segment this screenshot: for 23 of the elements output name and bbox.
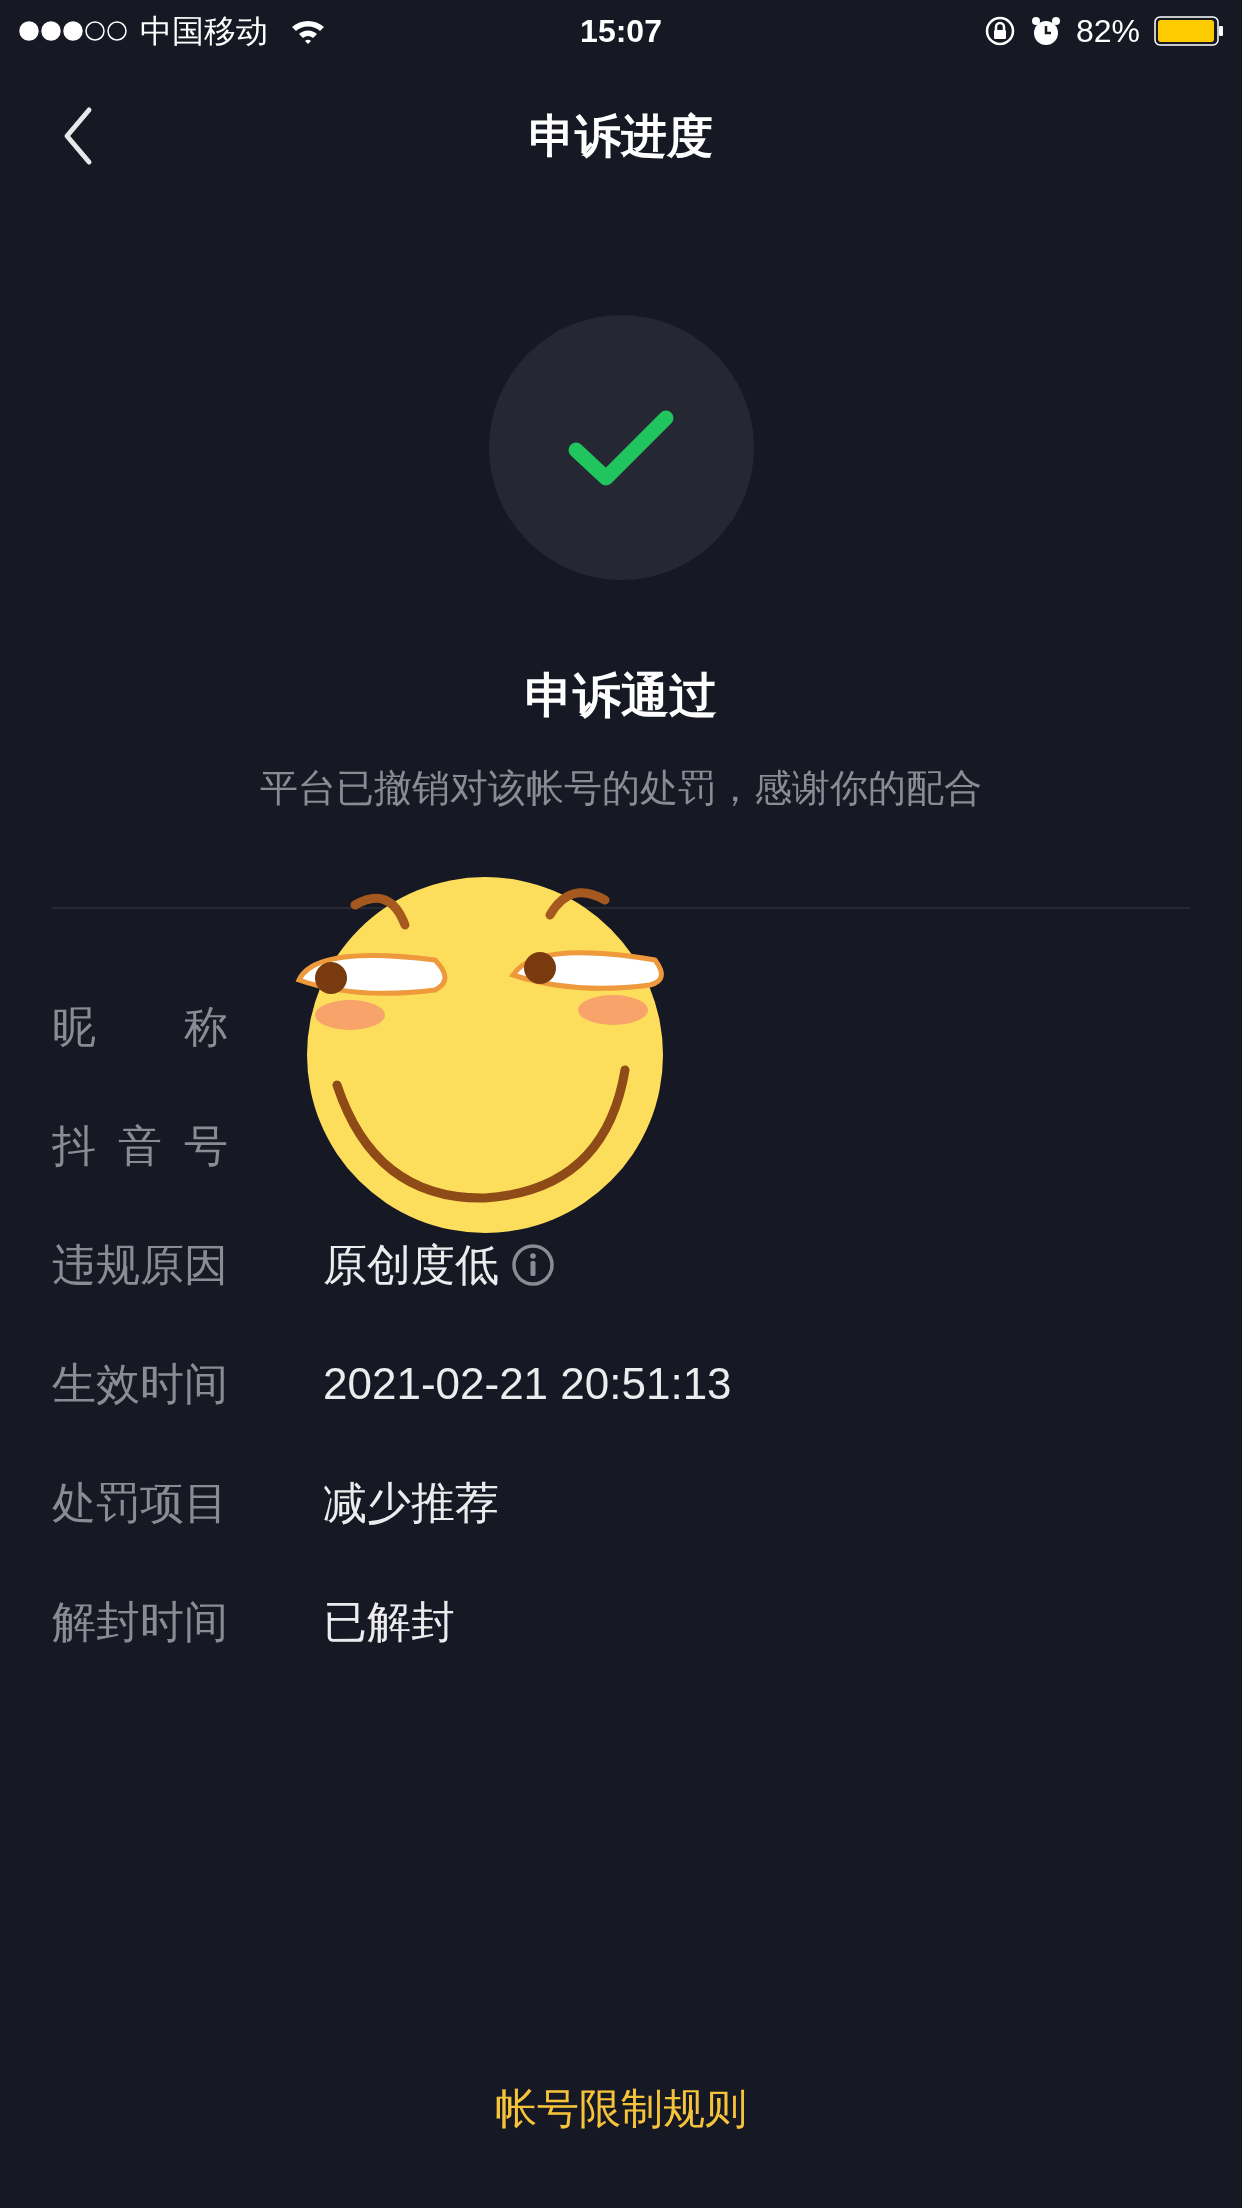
result-message: 平台已撤销对该帐号的处罚，感谢你的配合 [260, 766, 982, 811]
result-title: 申诉通过 [525, 668, 717, 724]
detail-label: 解封时间 [52, 1595, 229, 1648]
detail-value: 已解封 [323, 1595, 455, 1648]
detail-value: 2021-02-21 20:51:13 [323, 1357, 732, 1410]
detail-label: 抖音号 [52, 1119, 251, 1172]
page-title: 申诉进度 [529, 108, 713, 164]
info-icon[interactable] [511, 1242, 555, 1287]
battery-icon [1154, 15, 1224, 47]
detail-label: 处罚项目 [52, 1476, 229, 1529]
signal-icon [18, 20, 130, 42]
detail-label: 违规原因 [52, 1238, 229, 1291]
rotation-lock-icon [983, 15, 1016, 47]
detail-value: 减少推荐 [323, 1476, 499, 1529]
detail-label: 昵称 [52, 1000, 317, 1053]
battery-percent: 82% [1075, 12, 1140, 51]
carrier-name: 中国移动 [140, 11, 268, 52]
detail-value: 原创度低 [323, 1238, 499, 1291]
restriction-rules-link[interactable]: 帐号限制规则 [495, 2077, 747, 2140]
back-chevron-icon [63, 106, 93, 166]
alarm-icon [1029, 15, 1062, 47]
clock-time: 15:07 [580, 12, 662, 51]
detail-label: 生效时间 [52, 1357, 229, 1410]
